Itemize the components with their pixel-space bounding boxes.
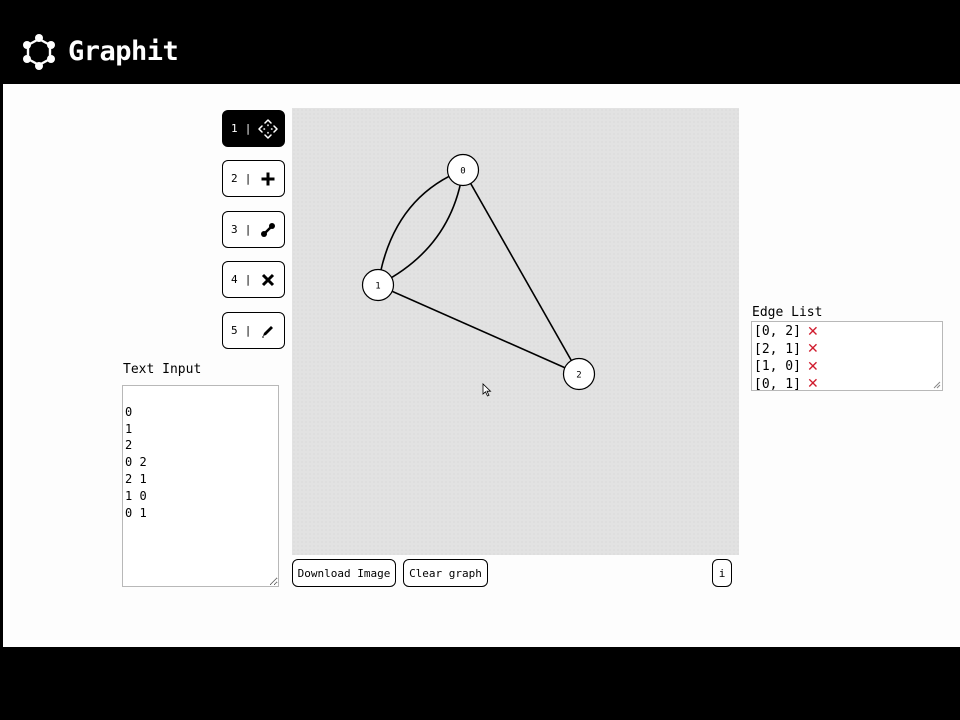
connect-edge-icon [257, 219, 279, 241]
graph-edge[interactable] [377, 169, 464, 286]
edge-text: [2, 1] [754, 341, 801, 357]
tool-delete-button[interactable]: 4 | [222, 261, 285, 298]
graph-canvas[interactable]: 0 1 2 [292, 108, 739, 555]
red-x-icon[interactable]: ✕ [807, 324, 819, 340]
graph-node-0[interactable]: 0 [446, 153, 480, 187]
edge-list-item: [0, 1] ✕ [754, 376, 940, 391]
top-bar: Graphit [0, 0, 960, 83]
node-label: 1 [375, 282, 380, 292]
red-x-icon[interactable]: ✕ [807, 376, 819, 390]
delete-x-icon [257, 269, 279, 291]
edge-list-label: Edge List [752, 305, 823, 320]
graph-svg: 0 1 2 [361, 153, 596, 391]
resize-grip-icon[interactable] [933, 381, 941, 389]
graph-edge[interactable] [377, 284, 580, 375]
edge-text: [1, 0] [754, 359, 801, 375]
tool-separator: | [244, 223, 252, 236]
graph-node-2[interactable]: 2 [562, 357, 596, 391]
tool-number: 1 [231, 122, 238, 135]
node-label: 0 [460, 167, 465, 177]
edge-text: [0, 2] [754, 324, 801, 340]
edge-list-item: [1, 0] ✕ [754, 358, 940, 376]
tool-separator: | [244, 172, 252, 185]
red-x-icon[interactable]: ✕ [807, 359, 819, 375]
tool-edit-label-button[interactable]: 5 | [222, 312, 285, 349]
pencil-icon [257, 320, 279, 342]
tool-number: 2 [231, 172, 238, 185]
clear-graph-button[interactable]: Clear graph [403, 559, 488, 587]
tool-number: 5 [231, 324, 238, 337]
text-input-area[interactable]: 0 1 2 0 2 2 1 1 0 0 1 [122, 385, 279, 587]
tool-add-edge-button[interactable]: 3 | [222, 211, 285, 248]
graph-edge[interactable] [377, 169, 464, 286]
download-image-button[interactable]: Download Image [292, 559, 396, 587]
tool-separator: | [244, 324, 252, 337]
tool-add-node-button[interactable]: 2 | [222, 160, 285, 197]
tool-separator: | [244, 122, 252, 135]
tool-move-button[interactable]: 1 | [222, 110, 285, 147]
red-x-icon[interactable]: ✕ [807, 341, 819, 357]
mouse-cursor-icon [482, 383, 492, 397]
app-title: Graphit [68, 36, 179, 67]
edge-list[interactable]: [0, 2] ✕ [2, 1] ✕ [1, 0] ✕ [0, 1] ✕ [751, 321, 943, 391]
edge-list-item: [0, 2] ✕ [754, 323, 940, 341]
bottom-bar [0, 648, 960, 720]
graph-edge[interactable] [462, 169, 580, 375]
tool-number: 3 [231, 223, 238, 236]
graph-node-1[interactable]: 1 [361, 268, 395, 302]
graph-logo-icon [23, 34, 55, 70]
edge-text: [0, 1] [754, 376, 801, 391]
info-button[interactable]: i [712, 559, 732, 587]
node-label: 2 [576, 371, 581, 381]
tool-separator: | [244, 273, 252, 286]
text-input-label: Text Input [123, 362, 202, 377]
tool-number: 4 [231, 273, 238, 286]
move-icon [257, 118, 279, 140]
plus-icon [257, 168, 279, 190]
edge-list-item: [2, 1] ✕ [754, 341, 940, 359]
